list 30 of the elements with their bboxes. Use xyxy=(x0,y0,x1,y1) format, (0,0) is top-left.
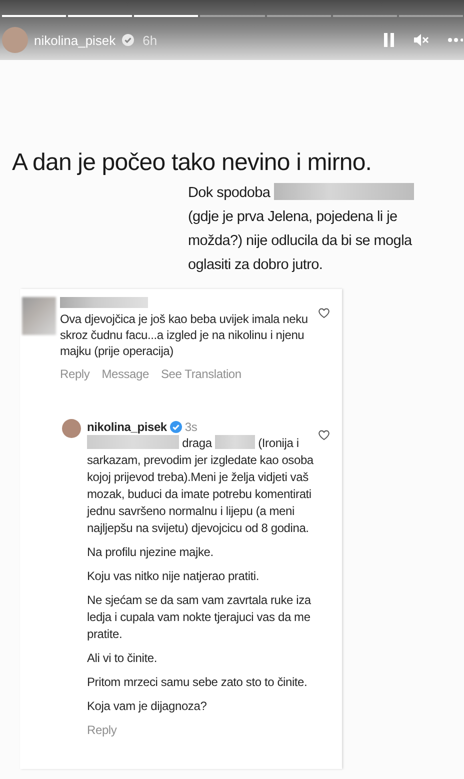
comment-text: Ova djevojčica je još kao beba uvijek imala neku skroz čudnu facu...a izgled je na nikolinu i njenu majku (prije operacija) xyxy=(60,311,309,359)
caption-text: Dok spodoba xyxy=(188,185,270,201)
comment-action[interactable]: Message xyxy=(102,367,149,381)
avatar[interactable] xyxy=(2,27,28,53)
comment-text: Ali vi to činite. xyxy=(87,650,158,667)
comment-text: Pritom mrzeci samu sebe zato sto to činite. xyxy=(87,674,308,691)
comment-time: 3s xyxy=(184,419,198,435)
comment-action[interactable]: Reply xyxy=(87,723,117,737)
heart-icon[interactable] xyxy=(318,429,330,441)
mute-icon[interactable] xyxy=(413,33,429,47)
more-icon[interactable] xyxy=(447,37,463,43)
comment-text: draga xyxy=(182,436,212,450)
blurred-avatar xyxy=(22,297,56,335)
comment-text: sarkazam, prevodim jer izgledate kao osoba kojoj prijevod treba).Meni je želja vidjeti vaš mozak, buduci da imate potrebu komentirati jednu savršeno normalnu i lijepu (a meni najljepšu na svijetu) djevojcicu od 8 godina. xyxy=(87,452,314,537)
comment-text: Ne sjećam se da sam vam zavrtala ruke iza ledja i cupala vam nokte tjerajuci vas da me pratite. xyxy=(87,592,312,643)
comment-action[interactable]: See Translation xyxy=(160,367,242,381)
heart-icon[interactable] xyxy=(318,307,330,319)
comment-action[interactable]: Reply xyxy=(60,367,90,381)
comment-text: Koju vas nitko nije natjerao pratiti. xyxy=(87,568,260,585)
comment-text: (Ironija i xyxy=(258,436,299,450)
pause-icon[interactable] xyxy=(383,32,395,48)
comment-text: Na profilu njezine majke. xyxy=(87,544,214,561)
comment-text: Koja vam je dijagnoza? xyxy=(87,698,208,715)
avatar[interactable] xyxy=(62,419,81,438)
redaction-blur xyxy=(214,435,255,449)
post-time: 6h xyxy=(142,32,158,48)
story-title: A dan je počeo tako nevino i mirno. xyxy=(12,148,372,178)
username[interactable]: nikolina_pisek xyxy=(34,32,116,48)
caption-text: (gdje je prva Jelena, pojedena li je možda?) nije odlucila da bi se mogla oglasiti za dobro jutro. xyxy=(188,208,413,275)
username[interactable]: nikolina_pisek xyxy=(87,419,167,435)
